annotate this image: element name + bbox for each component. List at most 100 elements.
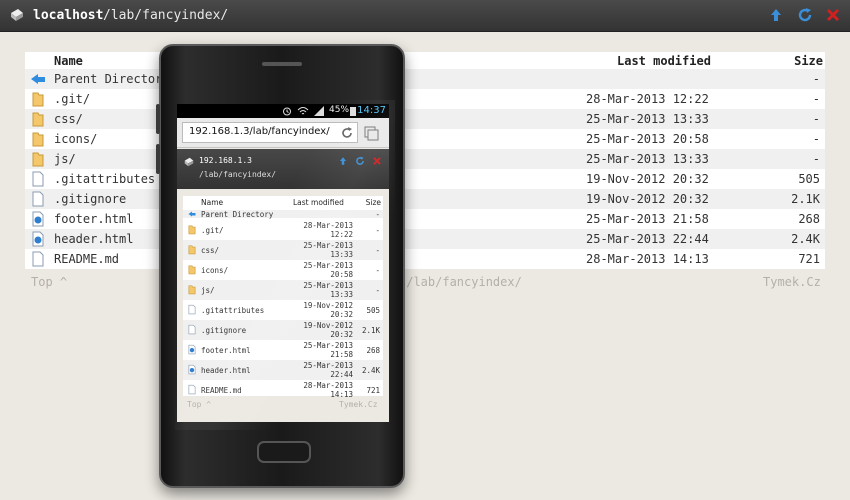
mobile-credit-link[interactable]: Tymek.Cz <box>339 400 378 409</box>
table-row[interactable]: .gitattributes 19-Nov-2012 20:32 505 <box>25 169 825 189</box>
row-name[interactable]: Parent Directory <box>201 210 273 219</box>
table-row[interactable]: .git/ 28-Mar-2013 12:22 - <box>183 220 383 240</box>
table-row-parent[interactable]: Parent Directory - <box>25 69 825 89</box>
address-text[interactable]: 192.168.1.3/lab/fancyindex/ <box>189 126 330 137</box>
table-row[interactable]: README.md 28-Mar-2013 14:13 721 <box>183 380 383 400</box>
close-x-icon[interactable] <box>825 7 841 23</box>
top-link[interactable]: Top ^ <box>31 275 67 289</box>
table-row[interactable]: .gitignore 19-Nov-2012 20:32 2.1K <box>183 320 383 340</box>
column-size-header[interactable]: Size <box>794 54 823 68</box>
row-modified: 25-Mar-2013 22:44 <box>586 232 709 246</box>
table-row[interactable]: footer.html 25-Mar-2013 21:58 268 <box>25 209 825 229</box>
column-modified-header[interactable]: Last modified <box>293 198 344 207</box>
row-name[interactable]: .gitignore <box>54 192 126 206</box>
table-row[interactable]: .gitignore 19-Nov-2012 20:32 2.1K <box>25 189 825 209</box>
row-name[interactable]: footer.html <box>54 212 133 226</box>
row-modified: 19-Nov-2012 20:32 <box>303 321 353 339</box>
close-x-icon[interactable] <box>372 156 382 166</box>
table-row[interactable]: css/ 25-Mar-2013 13:33 - <box>25 109 825 129</box>
row-size: - <box>375 286 380 295</box>
row-modified: 28-Mar-2013 14:13 <box>303 381 353 399</box>
row-name[interactable]: .gitattributes <box>54 172 155 186</box>
folder-icon <box>32 112 44 127</box>
table-row[interactable]: header.html 25-Mar-2013 22:44 2.4K <box>183 360 383 380</box>
row-name[interactable]: icons/ <box>201 266 228 275</box>
table-row[interactable]: README.md 28-Mar-2013 14:13 721 <box>25 249 825 269</box>
row-modified: 25-Mar-2013 13:33 <box>303 241 353 259</box>
table-row[interactable]: footer.html 25-Mar-2013 21:58 268 <box>183 340 383 360</box>
column-size-header[interactable]: Size <box>366 198 381 207</box>
row-modified: 25-Mar-2013 20:58 <box>303 261 353 279</box>
table-row[interactable]: js/ 25-Mar-2013 13:33 - <box>183 280 383 300</box>
row-name[interactable]: js/ <box>201 286 215 295</box>
host-label[interactable]: localhost <box>33 8 103 23</box>
row-name[interactable]: icons/ <box>54 132 97 146</box>
row-size: - <box>812 92 820 106</box>
table-row[interactable]: js/ 25-Mar-2013 13:33 - <box>25 149 825 169</box>
table-row[interactable]: .git/ 28-Mar-2013 12:22 - <box>25 89 825 109</box>
row-name[interactable]: .git/ <box>54 92 90 106</box>
file-icon <box>32 251 44 267</box>
row-name[interactable]: footer.html <box>201 346 251 355</box>
table-row-parent[interactable]: Parent Directory - <box>183 210 383 219</box>
back-arrow-icon <box>31 74 45 84</box>
row-name[interactable]: .gitattributes <box>201 306 264 315</box>
column-name-header[interactable]: Name <box>201 198 223 207</box>
arrow-up-icon[interactable] <box>338 156 348 166</box>
page-logo-icon <box>11 9 23 21</box>
address-field[interactable]: 192.168.1.3/lab/fancyindex/ <box>182 122 358 143</box>
row-name[interactable]: header.html <box>201 366 251 375</box>
row-name[interactable]: header.html <box>54 232 133 246</box>
arrow-up-icon[interactable] <box>768 7 784 23</box>
table-row[interactable]: css/ 25-Mar-2013 13:33 - <box>183 240 383 260</box>
refresh-icon[interactable] <box>797 7 813 23</box>
column-modified-header[interactable]: Last modified <box>617 54 711 68</box>
folder-icon <box>188 265 196 275</box>
html-file-icon <box>188 364 196 375</box>
row-name[interactable]: css/ <box>54 112 83 126</box>
row-name[interactable]: js/ <box>54 152 76 166</box>
row-size: - <box>375 210 380 219</box>
table-row[interactable]: header.html 25-Mar-2013 22:44 2.4K <box>25 229 825 249</box>
mobile-table-header: Name Last modified Size <box>183 196 383 208</box>
table-row[interactable]: icons/ 25-Mar-2013 20:58 - <box>183 260 383 280</box>
row-size: - <box>375 226 380 235</box>
credit-link[interactable]: Tymek.Cz <box>763 275 821 289</box>
refresh-icon[interactable] <box>355 156 365 166</box>
folder-icon <box>32 152 44 167</box>
reload-icon[interactable] <box>340 126 354 140</box>
column-name-header[interactable]: Name <box>54 54 83 68</box>
row-name[interactable]: css/ <box>201 246 219 255</box>
mobile-host[interactable]: 192.168.1.3 <box>199 156 252 165</box>
row-size: 2.1K <box>791 192 820 206</box>
row-modified: 19-Nov-2012 20:32 <box>303 301 353 319</box>
row-name[interactable]: README.md <box>201 386 242 395</box>
battery-level: 45% <box>329 105 350 115</box>
row-modified: 25-Mar-2013 21:58 <box>303 341 353 359</box>
mobile-path[interactable]: /lab/fancyindex/ <box>199 170 276 179</box>
phone-screen: 45% 14:37 192.168.1.3/lab/fancyindex/ 19… <box>177 104 389 422</box>
file-icon <box>188 304 196 315</box>
file-icon <box>188 324 196 335</box>
html-file-icon <box>188 344 196 355</box>
volume-key <box>156 144 160 174</box>
volume-key <box>156 104 160 134</box>
row-name[interactable]: .gitignore <box>201 326 246 335</box>
home-button[interactable] <box>257 441 311 463</box>
row-modified: 25-Mar-2013 13:33 <box>586 112 709 126</box>
folder-icon <box>32 92 44 107</box>
folder-icon <box>188 245 196 255</box>
path-label[interactable]: /lab/fancyindex/ <box>103 8 228 23</box>
row-size: 505 <box>366 306 380 315</box>
table-row[interactable]: .gitattributes 19-Nov-2012 20:32 505 <box>183 300 383 320</box>
row-name[interactable]: Parent Directory <box>54 72 170 86</box>
row-size: 721 <box>798 252 820 266</box>
mobile-top-link[interactable]: Top ^ <box>187 400 211 409</box>
row-name[interactable]: README.md <box>54 252 119 266</box>
row-modified: 19-Nov-2012 20:32 <box>586 192 709 206</box>
back-arrow-icon <box>188 211 196 217</box>
tabs-icon[interactable] <box>364 126 380 142</box>
file-icon <box>188 384 196 395</box>
row-name[interactable]: .git/ <box>201 226 224 235</box>
table-row[interactable]: icons/ 25-Mar-2013 20:58 - <box>25 129 825 149</box>
